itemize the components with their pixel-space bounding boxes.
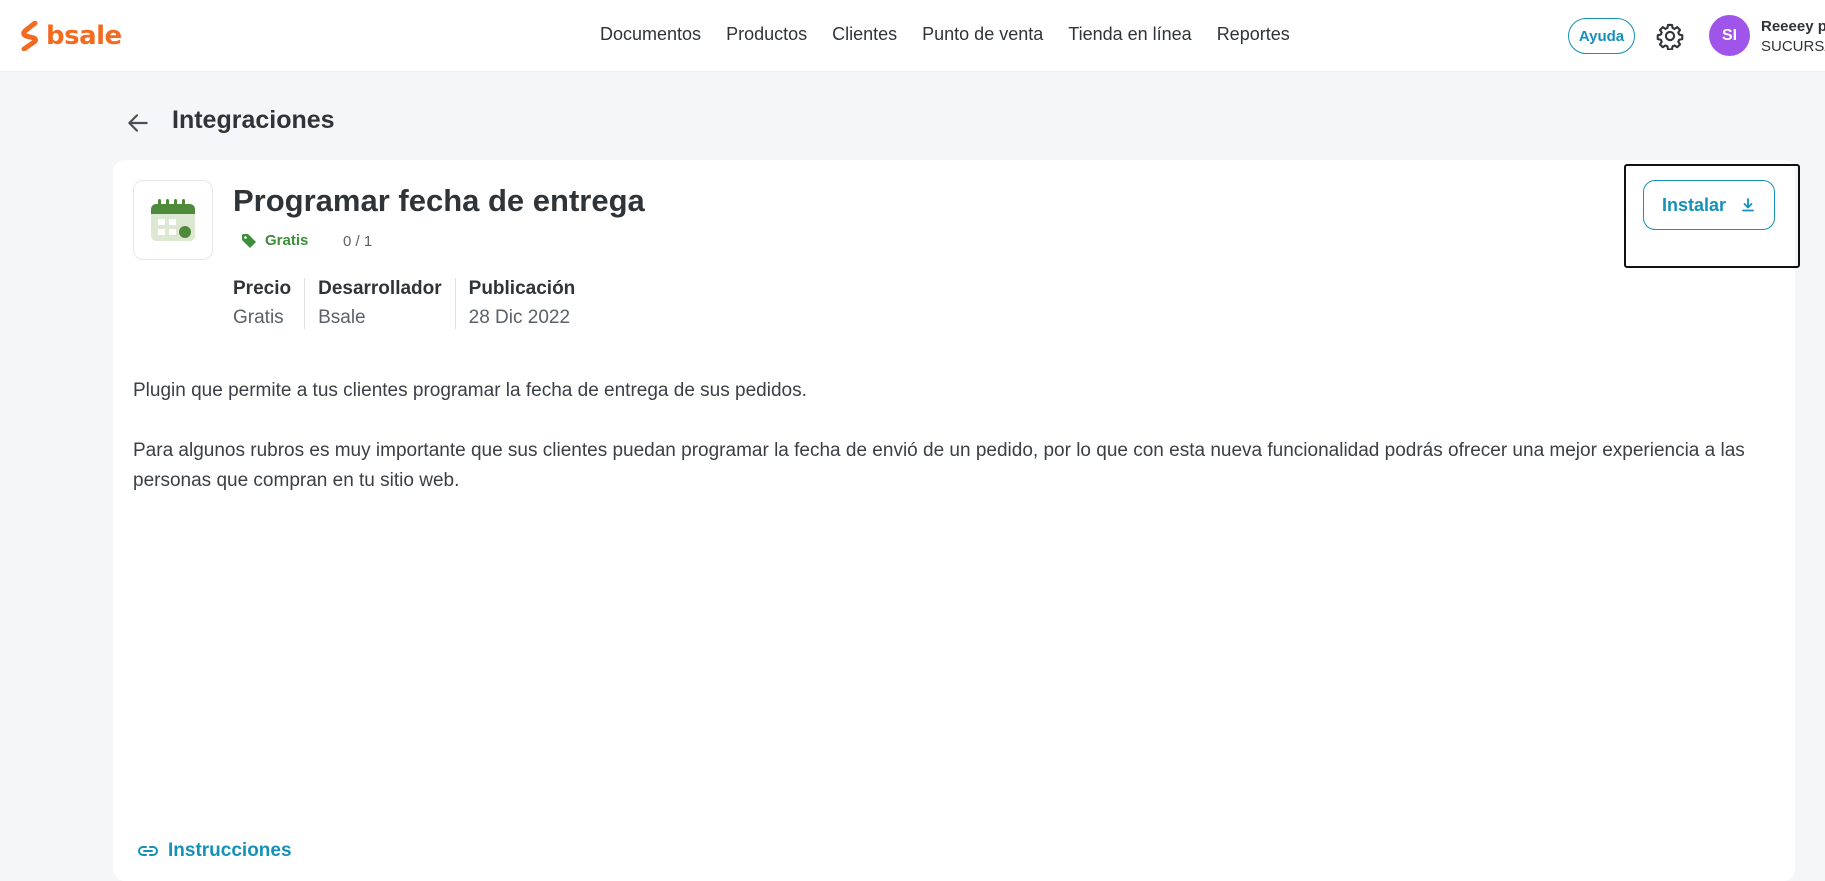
- meta-value: Bsale: [318, 307, 366, 328]
- install-count: 0 / 1: [343, 233, 373, 250]
- description-paragraph: Para algunos rubros es muy importante qu…: [133, 440, 1745, 491]
- nav-documentos[interactable]: Documentos: [600, 24, 701, 45]
- meta-label: Publicación: [468, 278, 576, 299]
- meta-developer: Desarrollador Bsale: [304, 278, 455, 329]
- app-title: Programar fecha de entrega: [233, 183, 645, 218]
- help-button[interactable]: Ayuda: [1568, 18, 1635, 54]
- top-navbar: bsale Documentos Productos Clientes Punt…: [0, 0, 1825, 72]
- meta-value: Gratis: [233, 307, 284, 328]
- meta-price: Precio Gratis: [233, 278, 304, 329]
- description-paragraph: Plugin que permite a tus clientes progra…: [133, 380, 807, 401]
- main-nav: Documentos Productos Clientes Punto de v…: [600, 24, 1290, 45]
- avatar[interactable]: SI: [1709, 15, 1750, 56]
- app-meta: Precio Gratis Desarrollador Bsale Public…: [233, 278, 588, 329]
- tag-icon: [242, 233, 256, 248]
- meta-value: 28 Dic 2022: [468, 307, 571, 328]
- bsale-logo-mark: [21, 21, 38, 51]
- price-badge: Gratis: [241, 232, 308, 249]
- gear-icon[interactable]: [1656, 22, 1684, 50]
- install-button[interactable]: Instalar: [1643, 180, 1775, 230]
- meta-label: Desarrollador: [318, 278, 442, 299]
- calendar-icon: [151, 199, 195, 241]
- install-button-label: Instalar: [1661, 194, 1727, 215]
- meta-label: Precio: [233, 278, 292, 299]
- download-icon: [1742, 198, 1754, 212]
- nav-clientes[interactable]: Clientes: [832, 24, 897, 45]
- nav-reportes[interactable]: Reportes: [1217, 24, 1290, 45]
- user-branch: SUCURSA: [1761, 38, 1825, 55]
- price-badge-label: Gratis: [265, 232, 309, 249]
- link-icon: [138, 846, 158, 856]
- meta-publication: Publicación 28 Dic 2022: [454, 278, 589, 329]
- bsale-logo[interactable]: bsale: [20, 20, 122, 52]
- nav-punto-de-venta[interactable]: Punto de venta: [922, 24, 1043, 45]
- instructions-link[interactable]: Instrucciones: [137, 840, 292, 862]
- user-name[interactable]: Reeeey p: [1761, 18, 1825, 35]
- nav-productos[interactable]: Productos: [726, 24, 807, 45]
- app-detail-card: Programar fecha de entrega Gratis 0 / 1 …: [113, 160, 1800, 881]
- app-description: Plugin que permite a tus clientes progra…: [133, 376, 1783, 496]
- instructions-label: Instrucciones: [168, 840, 292, 861]
- app-icon: [133, 180, 213, 260]
- brand-name: bsale: [46, 21, 122, 51]
- page-title: Integraciones: [172, 106, 335, 134]
- nav-tienda-en-linea[interactable]: Tienda en línea: [1068, 24, 1191, 45]
- back-arrow-icon[interactable]: [125, 110, 151, 136]
